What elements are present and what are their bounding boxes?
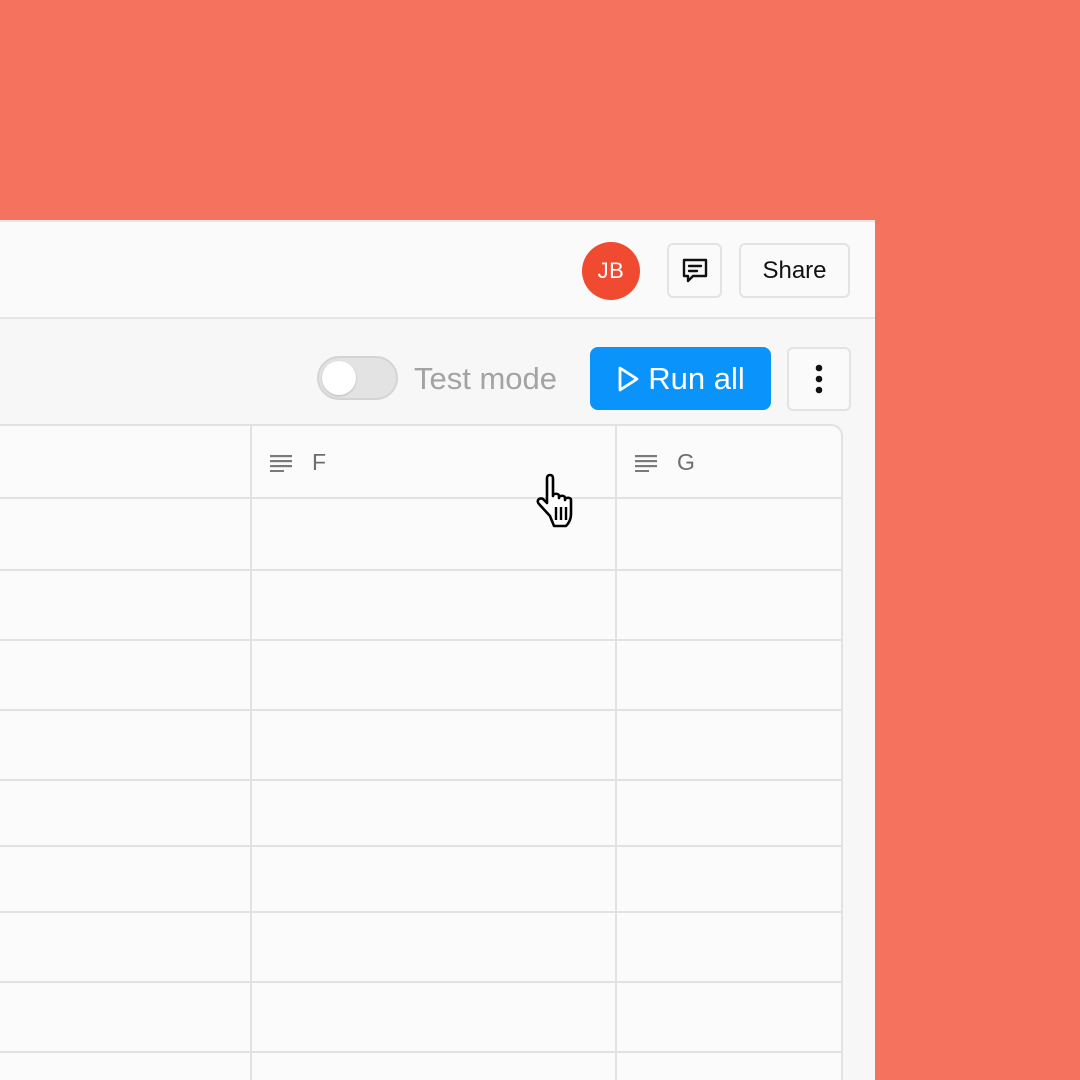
row-divider xyxy=(0,981,841,983)
column-label-g: G xyxy=(677,449,695,475)
row-divider xyxy=(0,569,841,571)
more-options-button[interactable] xyxy=(787,347,851,411)
share-label: Share xyxy=(762,256,827,284)
share-button[interactable]: Share xyxy=(739,243,850,298)
row-divider xyxy=(0,911,841,913)
row-divider xyxy=(0,845,841,847)
row-divider xyxy=(0,1051,841,1053)
column-header-f[interactable]: F xyxy=(270,426,326,499)
avatar-initials: JB xyxy=(597,258,625,283)
avatar[interactable]: JB xyxy=(582,242,640,300)
test-mode-label: Test mode xyxy=(414,361,558,396)
top-bar: JB Share xyxy=(0,222,875,319)
run-all-button[interactable]: Run all xyxy=(590,347,771,410)
grid-header-row xyxy=(0,426,841,499)
play-icon xyxy=(618,366,639,391)
row-divider xyxy=(0,709,841,711)
test-mode-toggle[interactable] xyxy=(317,356,398,400)
row-divider xyxy=(0,779,841,781)
app-window: JB Share Test mode Run all F G xyxy=(0,220,875,1080)
hand-pointer-cursor-icon xyxy=(536,473,573,528)
text-align-icon xyxy=(270,454,292,472)
run-all-label: Run all xyxy=(648,360,745,396)
column-label-f: F xyxy=(312,449,327,475)
comment-button[interactable] xyxy=(667,243,722,298)
column-header-g[interactable]: G xyxy=(635,426,695,499)
toggle-knob xyxy=(322,361,356,395)
more-vertical-icon xyxy=(815,364,823,394)
text-align-icon xyxy=(635,454,657,472)
data-grid: F G xyxy=(0,424,843,1080)
toolbar: Test mode Run all xyxy=(0,319,875,424)
comment-icon xyxy=(682,258,707,282)
row-divider xyxy=(0,639,841,641)
